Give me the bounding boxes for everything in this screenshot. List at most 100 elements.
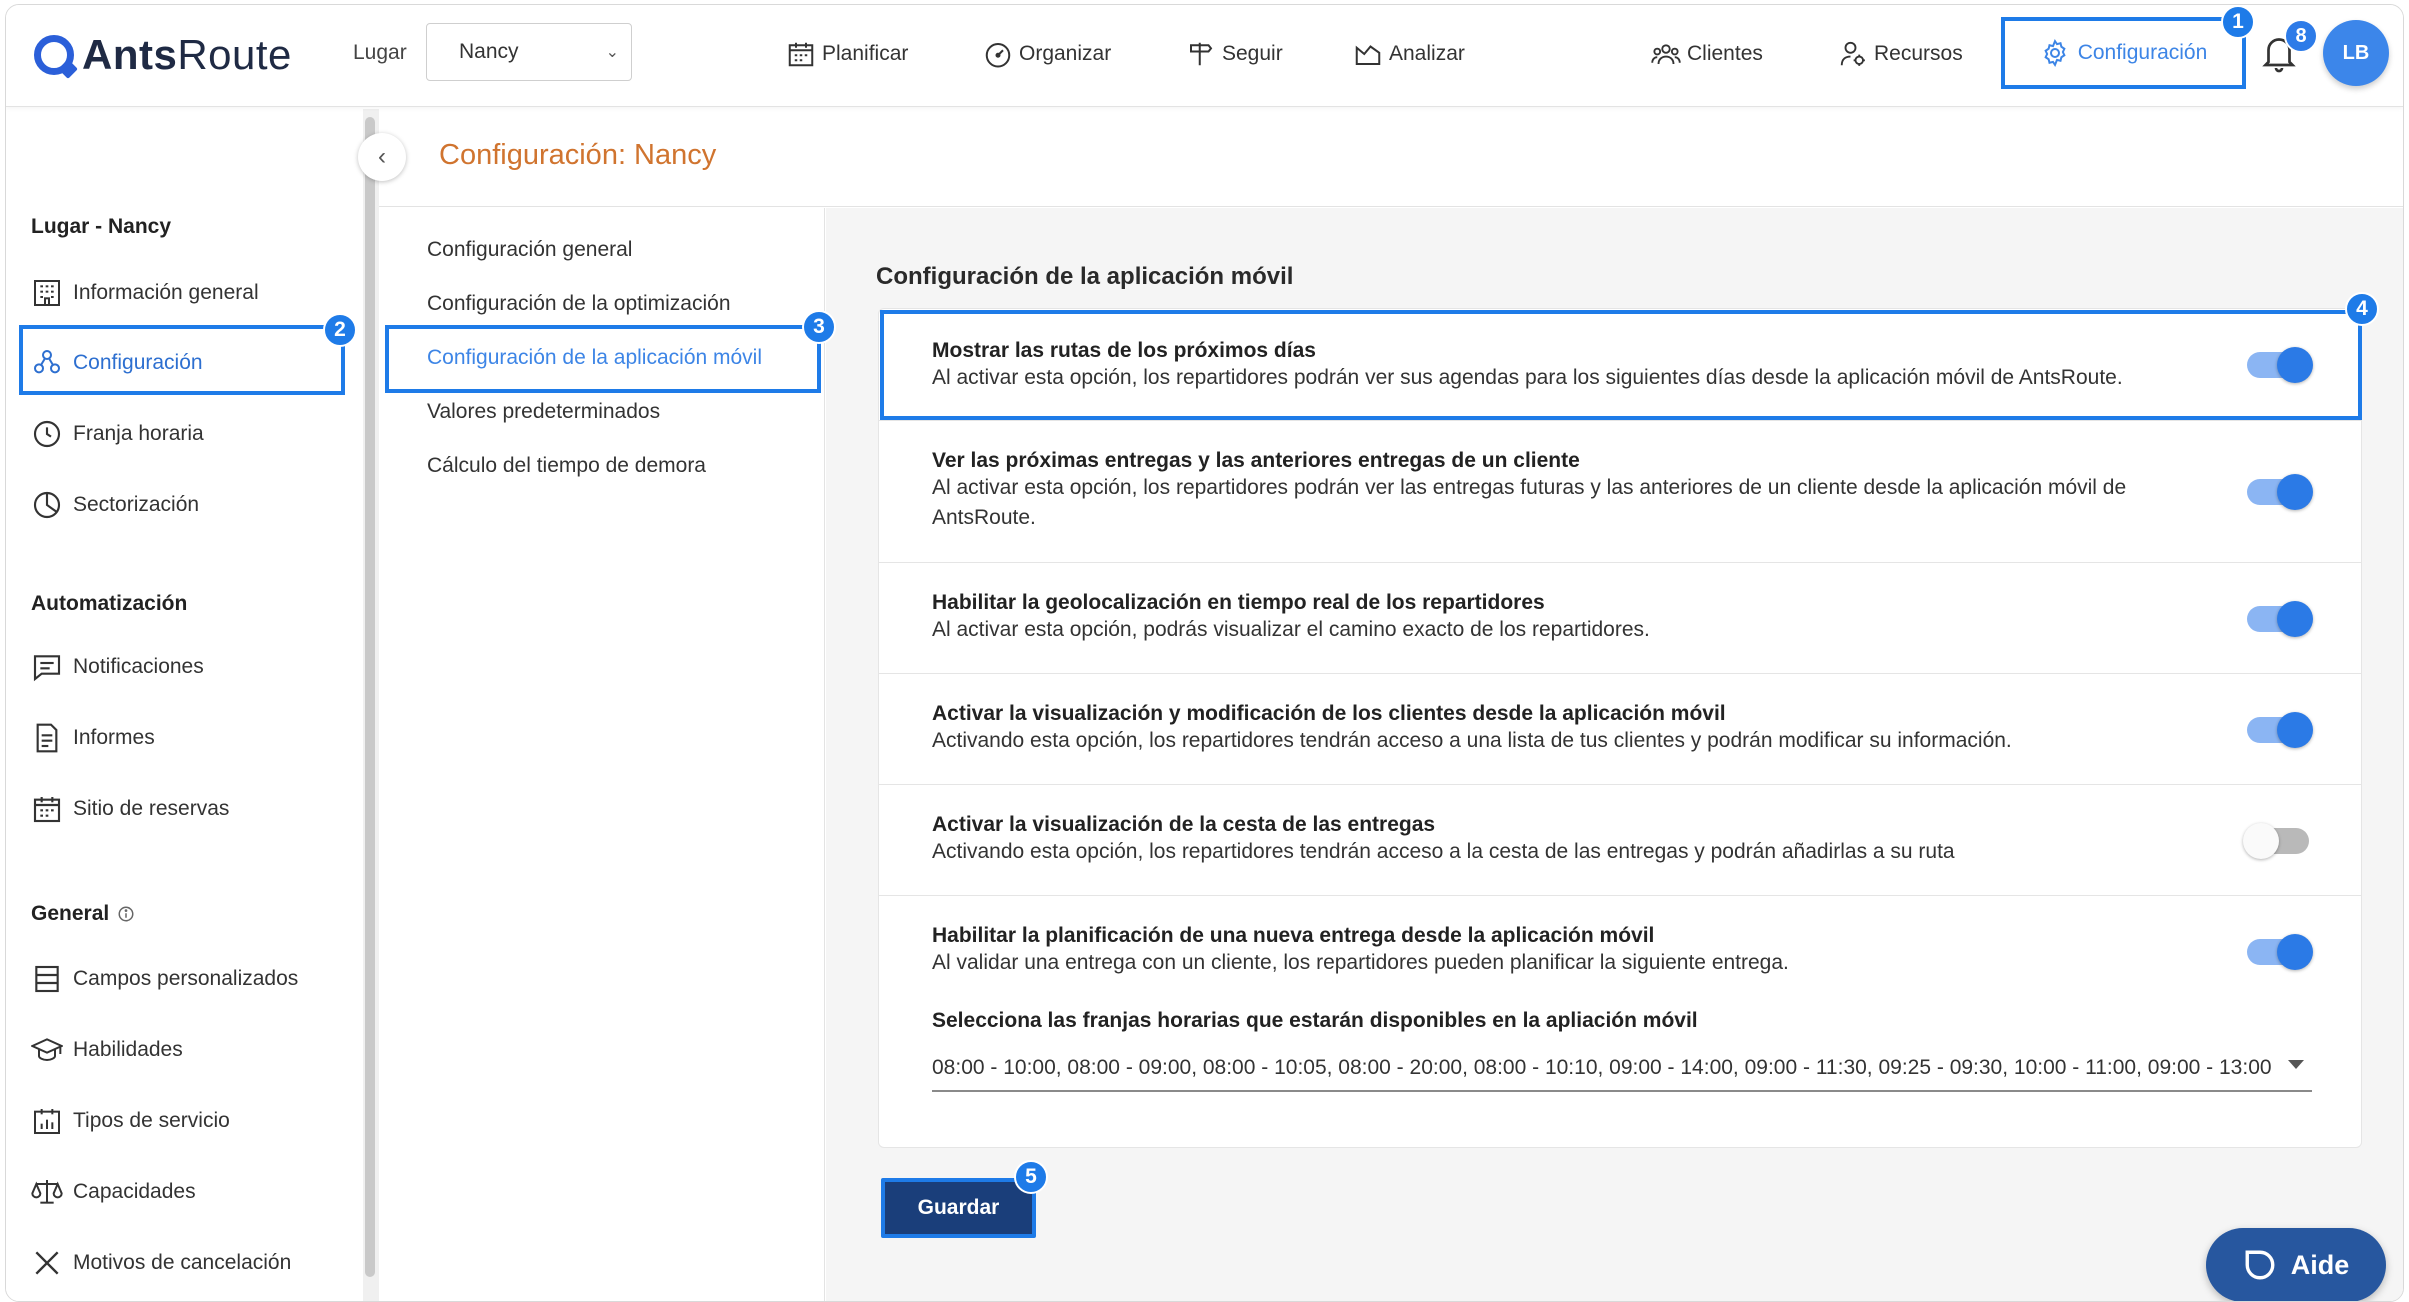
time-slots-label: Selecciona las franjas horarias que esta…: [932, 1009, 1698, 1032]
option-row: Activar la visualización y modificación …: [879, 674, 2361, 785]
nav-label: Planificar: [822, 42, 909, 65]
nav-seguir[interactable]: Seguir: [1186, 39, 1283, 69]
help-label: Aide: [2290, 1249, 2350, 1280]
option-row: Habilitar la planificación de una nueva …: [879, 896, 2361, 1149]
lugar-select[interactable]: Nancy ⌄: [426, 23, 632, 81]
option-row: Ver las próximas entregas y las anterior…: [879, 421, 2361, 563]
submenu-item-tiempo-de-demora[interactable]: Cálculo del tiempo de demora: [427, 454, 706, 478]
sidebar-item-sitio-de-reservas[interactable]: Sitio de reservas: [31, 787, 229, 831]
toggle-switch[interactable]: [2247, 934, 2313, 970]
toggle-knob: [2277, 934, 2313, 970]
help-button[interactable]: Aide: [2206, 1228, 2386, 1301]
lugar-label: Lugar: [353, 41, 407, 64]
option-title: Habilitar la planificación de una nueva …: [932, 924, 1655, 947]
close-icon: [35, 1251, 59, 1275]
sidebar-item-franja-horaria[interactable]: Franja horaria: [31, 412, 204, 456]
sidebar-item-notificaciones[interactable]: Notificaciones: [31, 645, 204, 689]
toggle-switch[interactable]: [2243, 823, 2309, 859]
option-description: Al activar esta opción, los repartidores…: [932, 366, 2123, 389]
antsroute-logo[interactable]: AntsRoute: [34, 27, 292, 83]
sidebar-item-informacion-general[interactable]: Información general: [31, 271, 259, 315]
pie-chart-icon: [33, 491, 61, 519]
notification-count-badge: 8: [2284, 19, 2318, 53]
left-sidebar: Lugar - Nancy Información general Config…: [6, 107, 364, 1301]
gear-icon: [2044, 38, 2066, 68]
graduation-cap-icon: [31, 1038, 63, 1062]
nav-organizar[interactable]: Organizar: [983, 39, 1111, 69]
submenu-item-aplicacion-movil[interactable]: Configuración de la aplicación móvil: [427, 346, 762, 370]
toggle-knob: [2243, 823, 2279, 859]
option-title: Habilitar la geolocalización en tiempo r…: [932, 591, 1545, 614]
nav-label: Organizar: [1019, 42, 1112, 65]
message-icon: [33, 655, 61, 682]
chevron-down-icon: ⌄: [605, 44, 619, 61]
scale-icon: [31, 1180, 63, 1204]
page-title: Configuración: Nancy: [439, 139, 717, 171]
nav-recursos[interactable]: Recursos: [1838, 39, 1963, 69]
toggle-switch[interactable]: [2247, 712, 2313, 748]
sidebar-item-sectorizacion[interactable]: Sectorización: [31, 483, 199, 527]
nav-label: Analizar: [1389, 42, 1465, 65]
step-marker-4: 4: [2345, 292, 2379, 326]
sidebar-item-habilidades[interactable]: Habilidades: [31, 1028, 183, 1072]
toggle-knob: [2277, 601, 2313, 637]
dropdown-arrow-icon: [2288, 1060, 2304, 1069]
info-icon[interactable]: [117, 905, 135, 923]
submenu-item-general[interactable]: Configuración general: [427, 238, 632, 262]
sidebar-item-capacidades[interactable]: Capacidades: [31, 1170, 196, 1214]
nav-analizar[interactable]: Analizar: [1353, 39, 1465, 69]
top-navigation-bar: AntsRoute Lugar Nancy ⌄ Planificar Organ…: [6, 5, 2403, 107]
toggle-switch[interactable]: [2247, 474, 2313, 510]
option-description: Activando esta opción, los repartidores …: [932, 840, 1955, 863]
submenu-item-valores-predeterminados[interactable]: Valores predeterminados: [427, 400, 660, 424]
sidebar-item-label: Información general: [73, 281, 259, 304]
sidebar-item-label: Campos personalizados: [73, 967, 299, 990]
sidebar-section-general: General: [31, 902, 135, 926]
sidebar-item-informes[interactable]: Informes: [31, 716, 155, 760]
building-icon: [34, 280, 60, 306]
sidebar-section-lugar: Lugar - Nancy: [31, 215, 172, 238]
sidebar-section-general-label: General: [31, 902, 110, 925]
nav-configuracion[interactable]: Configuración: [2001, 17, 2246, 89]
collapse-sidebar-button[interactable]: ‹: [358, 133, 406, 181]
option-description: Al validar una entrega con un cliente, l…: [932, 951, 1789, 974]
toggle-knob: [2277, 712, 2313, 748]
sidebar-item-campos-personalizados[interactable]: Campos personalizados: [31, 957, 298, 1001]
mobile-settings-card: Mostrar las rutas de los próximos días A…: [878, 308, 2362, 1148]
nav-clientes[interactable]: Clientes: [1651, 39, 1763, 69]
sidebar-item-motivos-de-cancelacion[interactable]: Motivos de cancelación: [31, 1241, 291, 1285]
sidebar-item-label: Motivos de cancelación: [73, 1251, 292, 1274]
chevron-left-icon: ‹: [378, 143, 386, 170]
nav-planificar[interactable]: Planificar: [786, 39, 908, 69]
toggle-switch[interactable]: [2247, 601, 2313, 637]
option-description: Al activar esta opción, podrás visualiza…: [932, 618, 1650, 641]
sidebar-item-label: Sectorización: [73, 493, 200, 516]
option-description: Al activar esta opción, los repartidores…: [932, 476, 2127, 529]
highlight-sidebar-configuracion: [19, 325, 345, 395]
time-slots-value: 08:00 - 10:00, 08:00 - 09:00, 08:00 - 10…: [932, 1056, 2272, 1079]
gauge-icon: [985, 43, 1011, 68]
sidebar-item-tipos-de-servicio[interactable]: Tipos de servicio: [31, 1099, 230, 1143]
sidebar-scrollbar[interactable]: [365, 117, 375, 1277]
page-header: Configuración: Nancy: [379, 107, 2403, 207]
calendar-chart-icon: [34, 1109, 60, 1134]
option-row: Mostrar las rutas de los próximos días A…: [879, 309, 2361, 421]
logo-text: AntsRoute: [82, 31, 292, 78]
document-icon: [36, 723, 58, 753]
section-title: Configuración de la aplicación móvil: [876, 263, 1294, 290]
submenu-item-optimizacion[interactable]: Configuración de la optimización: [427, 292, 731, 316]
signpost-icon: [1190, 42, 1213, 66]
toggle-switch[interactable]: [2247, 347, 2313, 383]
save-button[interactable]: Guardar: [881, 1178, 1036, 1238]
option-title: Mostrar las rutas de los próximos días: [932, 339, 1316, 362]
step-marker-2: 2: [323, 313, 357, 347]
chat-bubble-icon: [2245, 1250, 2275, 1280]
user-gear-icon: [1840, 41, 1865, 66]
nav-label: Configuración: [2077, 41, 2208, 64]
toggle-knob: [2277, 474, 2313, 510]
avatar[interactable]: LB: [2323, 20, 2389, 86]
calendar-icon: [788, 42, 814, 67]
time-slots-select[interactable]: 08:00 - 10:00, 08:00 - 09:00, 08:00 - 10…: [932, 1046, 2312, 1092]
chart-icon: [1355, 45, 1381, 65]
app-window: AntsRoute Lugar Nancy ⌄ Planificar Organ…: [5, 4, 2404, 1302]
